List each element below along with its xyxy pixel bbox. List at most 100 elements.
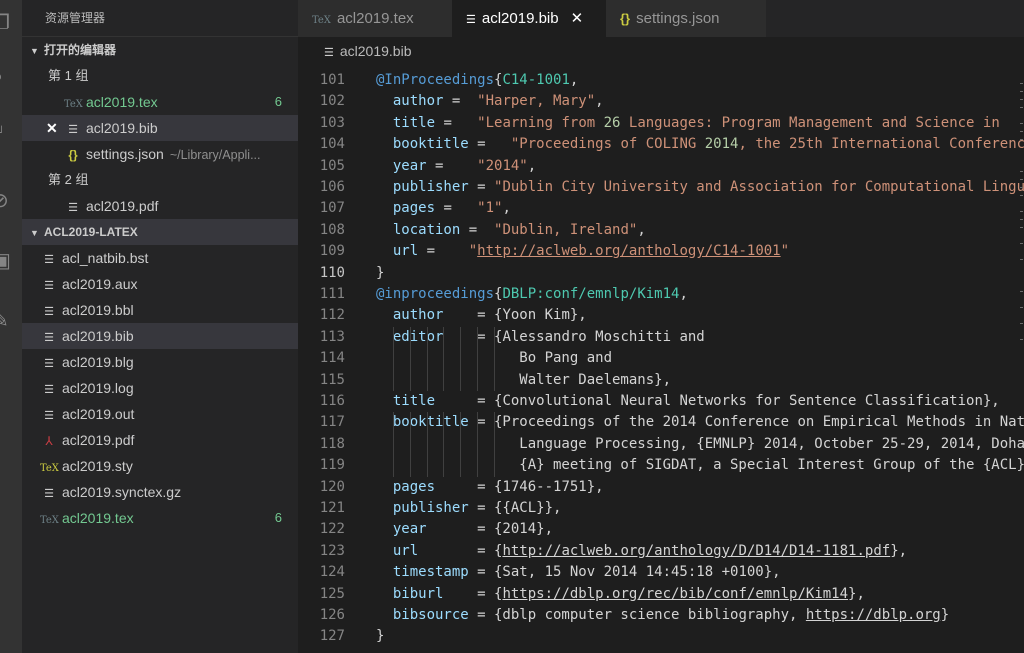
- code-token: https://dblp.org: [805, 607, 941, 623]
- file-path-description: ~/Library/Appli...: [169, 148, 261, 162]
- code-line[interactable]: 110}: [298, 263, 1024, 284]
- tex-icon: TeX: [64, 99, 83, 110]
- code-token: =: [426, 157, 478, 174]
- code-line[interactable]: 107 pages = "1",: [298, 198, 1024, 219]
- code-line[interactable]: 112 author = {Yoon Kim},: [298, 305, 1024, 326]
- code-line[interactable]: 126 bibsource = {dblp computer science b…: [298, 605, 1024, 626]
- file-item-selected[interactable]: ☰ acl2019.bib: [22, 323, 298, 349]
- code-token: {A} meeting of SIGDAT, a Special Interes…: [376, 457, 1024, 474]
- breadcrumb[interactable]: ☰ acl2019.bib: [298, 37, 1024, 65]
- code-line[interactable]: 124 timestamp = {Sat, 15 Nov 2014 14:45:…: [298, 562, 1024, 583]
- json-braces-icon: {}: [620, 11, 631, 26]
- debug-icon[interactable]: ⊘: [0, 186, 22, 216]
- code-token: "1": [477, 200, 503, 217]
- file-item[interactable]: ☰ acl2019.synctex.gz: [22, 479, 298, 505]
- file-lines-icon: ☰: [44, 488, 54, 500]
- code-line[interactable]: 127}: [298, 626, 1024, 647]
- code-line[interactable]: 122 year = {2014},: [298, 519, 1024, 540]
- source-control-icon[interactable]: ⑂: [0, 118, 22, 148]
- code-line[interactable]: 119 {A} meeting of SIGDAT, a Special Int…: [298, 455, 1024, 476]
- code-line[interactable]: 102 author = "Harper, Mary",: [298, 91, 1024, 112]
- file-item[interactable]: ☰ acl2019.log: [22, 375, 298, 401]
- code-line[interactable]: 114 Bo Pang and: [298, 348, 1024, 369]
- line-number: 124: [319, 564, 345, 581]
- file-item[interactable]: ☰ acl2019.blg: [22, 349, 298, 375]
- code-token: },: [890, 542, 908, 559]
- code-line[interactable]: 103 title = "Learning from 26 Languages:…: [298, 113, 1024, 134]
- chevron-down-icon: ▼: [30, 46, 39, 56]
- code-token: C14-1001: [502, 72, 570, 88]
- line-number: 123: [319, 542, 345, 559]
- code-token: "2014": [477, 157, 528, 174]
- code-line[interactable]: 113 editor = {Alessandro Moschitti and: [298, 327, 1024, 348]
- code-token: author: [376, 307, 444, 324]
- code-token: "Proceedings of COLING: [510, 136, 705, 153]
- code-text: url = {http://aclweb.org/anthology/D/D14…: [376, 541, 907, 562]
- open-editor-acl2019-bib[interactable]: ✕ ☰ acl2019.bib: [22, 115, 298, 141]
- open-editor-settings-json[interactable]: {} settings.json ~/Library/Appli...: [22, 141, 298, 167]
- tab-acl2019-bib[interactable]: ☰ acl2019.bib ✕: [452, 0, 606, 37]
- code-line[interactable]: 101 @InProceedings{C14-1001,: [298, 70, 1024, 91]
- code-token: url: [376, 542, 419, 559]
- ruler-mark: [1020, 83, 1023, 84]
- code-text: author = "Harper, Mary",: [376, 91, 604, 112]
- code-token: publisher: [376, 500, 469, 516]
- open-editors-header[interactable]: ▼ 打开的编辑器: [22, 36, 298, 63]
- line-number: 117: [319, 414, 345, 431]
- code-token: =: [418, 243, 469, 260]
- file-lines-icon: ☰: [68, 124, 78, 136]
- file-item[interactable]: ☰ acl2019.aux: [22, 271, 298, 297]
- file-lines-icon: ☰: [466, 14, 476, 26]
- file-item[interactable]: TeX acl2019.tex 6: [22, 505, 298, 531]
- search-icon[interactable]: ⌕: [0, 62, 22, 92]
- close-icon[interactable]: ✕: [46, 115, 58, 141]
- code-token: }: [376, 264, 385, 281]
- indent-guide: [494, 326, 496, 391]
- editor-tabs: TeX acl2019.tex ☰ acl2019.bib ✕ {} settings.…: [298, 0, 1024, 37]
- file-item[interactable]: ☰ acl2019.bbl: [22, 297, 298, 323]
- open-editor-acl2019-pdf[interactable]: ☰ acl2019.pdf: [22, 193, 298, 219]
- indent-guide: [426, 412, 428, 477]
- ruler-mark: [1020, 187, 1023, 188]
- code-editor[interactable]: 101 @InProceedings{C14-1001, 102 author = …: [298, 65, 1024, 653]
- code-line[interactable]: 115 Walter Daelemans},: [298, 370, 1024, 391]
- code-line[interactable]: 125 biburl = {https://dblp.org/rec/bib/c…: [298, 584, 1024, 605]
- file-item[interactable]: ⅄ acl2019.pdf: [22, 427, 298, 453]
- line-number: 122: [319, 521, 345, 538]
- tab-acl2019-tex[interactable]: TeX acl2019.tex: [298, 0, 452, 37]
- tab-settings-json[interactable]: {} settings.json: [606, 0, 766, 37]
- chevron-down-icon: ▼: [30, 228, 39, 238]
- indent-guide: [494, 412, 496, 477]
- project-folder-header[interactable]: ▼ ACL2019-LATEX: [22, 219, 298, 245]
- code-line[interactable]: 116 title = {Convolutional Neural Networ…: [298, 391, 1024, 412]
- code-token: ": [780, 243, 790, 260]
- code-token: =: [460, 221, 495, 238]
- code-line[interactable]: 106 publisher = "Dublin City University …: [298, 177, 1024, 198]
- line-number: 120: [319, 478, 345, 495]
- extensions-icon[interactable]: ▣: [0, 246, 22, 276]
- files-icon[interactable]: ❐: [0, 8, 22, 38]
- code-line[interactable]: 120 pages = {1746--1751},: [298, 477, 1024, 498]
- open-editor-acl2019-tex[interactable]: TeX acl2019.tex 6: [22, 89, 298, 115]
- code-line[interactable]: 108 location = "Dublin, Ireland",: [298, 220, 1024, 241]
- line-number: 104: [319, 136, 345, 153]
- code-token: =: [435, 114, 478, 131]
- close-icon[interactable]: ✕: [571, 10, 584, 27]
- code-token: "Dublin, Ireland": [494, 221, 638, 238]
- file-item[interactable]: ☰ acl_natbib.bst: [22, 245, 298, 271]
- code-line[interactable]: 117 booktitle = {Proceedings of the 2014…: [298, 412, 1024, 433]
- code-line[interactable]: 104 booktitle = "Proceedings of COLING 2…: [298, 134, 1024, 155]
- code-line[interactable]: 121 publisher = {{ACL}},: [298, 498, 1024, 519]
- overview-ruler[interactable]: [1018, 65, 1024, 395]
- line-number: 116: [319, 393, 345, 409]
- code-line[interactable]: 118 Language Processing, {EMNLP} 2014, O…: [298, 434, 1024, 455]
- code-line[interactable]: 123 url = {http://aclweb.org/anthology/D…: [298, 541, 1024, 562]
- file-item[interactable]: TeX acl2019.sty: [22, 453, 298, 479]
- file-item[interactable]: ☰ acl2019.out: [22, 401, 298, 427]
- tools-icon[interactable]: ✎: [0, 306, 22, 336]
- code-line[interactable]: 111 @inproceedings{DBLP:conf/emnlp/Kim14,: [298, 284, 1024, 305]
- code-line[interactable]: 105 year = "2014",: [298, 156, 1024, 177]
- code-token: bibsource: [376, 607, 469, 623]
- line-number: 112: [319, 307, 345, 324]
- code-line[interactable]: 109 url = "http://aclweb.org/anthology/C…: [298, 241, 1024, 262]
